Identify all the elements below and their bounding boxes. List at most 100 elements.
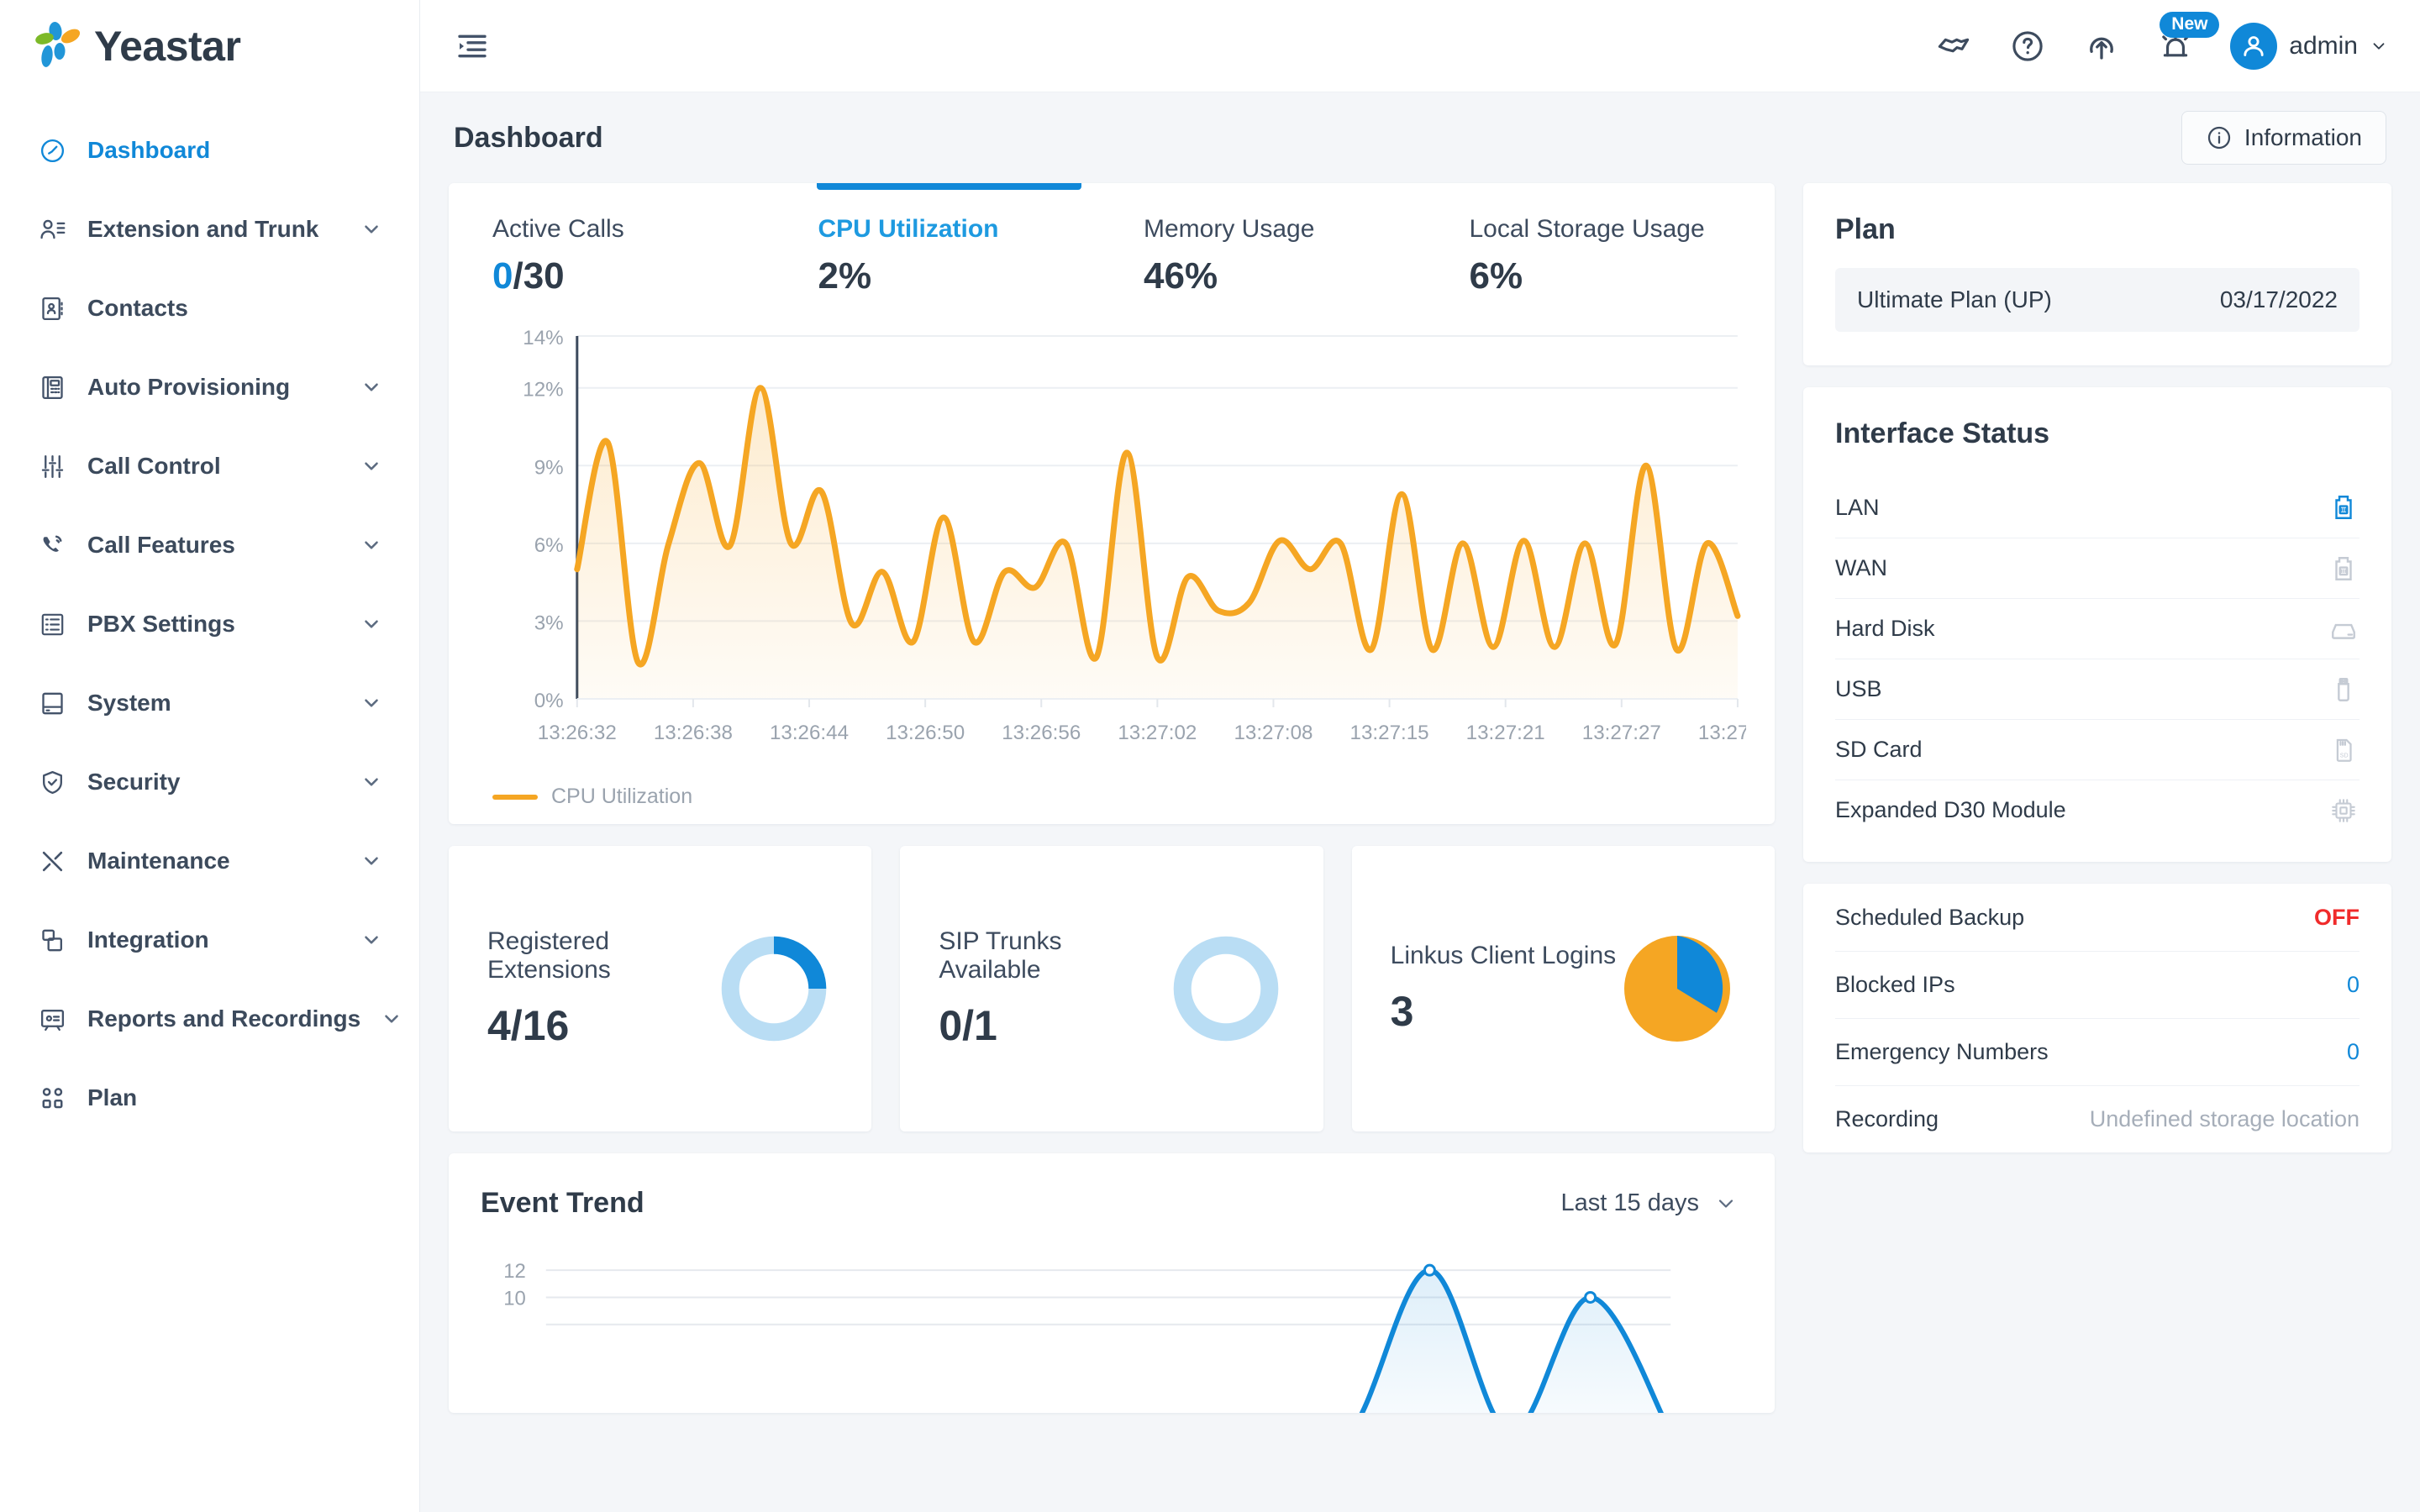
interface-status-list: LAN WAN Hard Disk USB SD Card SD Expande… [1803,477,2391,840]
sidebar-item-plan[interactable]: Plan [0,1058,419,1137]
event-trend-range-select[interactable]: Last 15 days [1561,1189,1738,1217]
svg-text:13:26:38: 13:26:38 [654,722,733,744]
sidebar-item-label: Extension and Trunk [87,216,319,242]
sidebar-item-auto-provisioning[interactable]: Auto Provisioning [0,348,419,427]
svg-text:0%: 0% [534,690,564,712]
legend-label: CPU Utilization [551,785,693,808]
sidebar-item-contacts[interactable]: Contacts [0,269,419,348]
tab-local-storage-usage[interactable]: Local Storage Usage 6% [1438,183,1764,316]
svg-text:13:27:27: 13:27:27 [1582,722,1661,744]
interface-name: WAN [1835,555,1887,580]
sidebar-item-dashboard[interactable]: Dashboard [0,111,419,190]
chevron-down-icon [360,534,382,556]
chevron-down-icon [360,692,382,714]
tab-memory-usage[interactable]: Memory Usage 46% [1112,183,1438,316]
plan-row[interactable]: Ultimate Plan (UP) 03/17/2022 [1835,268,2360,332]
usb-drive-icon [2328,674,2360,706]
stat-label: Local Storage Usage [1469,215,1705,243]
app-root: Yeastar Dashboard Extension and Trunk Co… [0,0,2420,1512]
info-value[interactable]: 0 [2347,1039,2360,1065]
linkus-logins-pie [1618,930,1736,1047]
collapse-sidebar-icon[interactable] [450,24,494,68]
info-label: Scheduled Backup [1835,904,2025,930]
content-area: Dashboard Information Active Calls 0/30 … [420,92,2420,1512]
stat-value: 0/30 [492,255,786,297]
system-info-list: Scheduled Backup OFF Blocked IPs 0 Emerg… [1803,884,2391,1152]
stat-label: Active Calls [492,215,624,243]
info-value[interactable]: 0 [2347,972,2360,998]
sidebar-item-integration[interactable]: Integration [0,900,419,979]
sidebar-item-label: Integration [87,927,209,953]
brand-logo[interactable]: Yeastar [0,0,419,92]
svg-text:14%: 14% [523,327,563,349]
event-trend-title: Event Trend [481,1187,644,1219]
interface-name: LAN [1835,494,1880,520]
stat-value: 2% [818,255,872,297]
chevron-down-icon [360,376,382,398]
stat-label: CPU Utilization [818,215,999,243]
phone-ring-icon [37,530,67,560]
svg-text:SD: SD [2340,752,2349,759]
grid-apps-icon [37,1083,67,1113]
sidebar-item-label: Contacts [87,295,188,321]
sidebar-item-pbx-settings[interactable]: PBX Settings [0,585,419,664]
event-trend-header: Event Trend Last 15 days [449,1153,1775,1220]
system-box-icon [37,688,67,718]
server-list-icon [37,609,67,639]
legend-swatch [492,794,538,800]
brand-name: Yeastar [94,23,241,70]
svg-text:13:27:33: 13:27:33 [1698,722,1746,744]
metric-value: 0/1 [939,1002,997,1049]
chevron-down-icon [360,850,382,872]
user-menu[interactable]: admin [2230,22,2388,70]
information-button-label: Information [2244,124,2362,150]
layers-icon [37,925,67,955]
svg-text:13:27:02: 13:27:02 [1118,722,1197,744]
information-button[interactable]: Information [2181,111,2386,165]
sidebar-item-label: System [87,690,171,716]
sidebar-item-maintenance[interactable]: Maintenance [0,822,419,900]
sidebar: Yeastar Dashboard Extension and Trunk Co… [0,0,420,1512]
card-registered-extensions: Registered Extensions 4/16 [449,846,872,1131]
active-calls-current: 0 [492,255,513,297]
ethernet-port-icon [2328,491,2360,523]
sidebar-item-security[interactable]: Security [0,743,419,822]
sidebar-item-reports-and-recordings[interactable]: Reports and Recordings [0,979,419,1058]
plan-card: Plan Ultimate Plan (UP) 03/17/2022 [1803,183,2391,365]
sidebar-item-call-features[interactable]: Call Features [0,506,419,585]
partner-icon[interactable] [1931,24,1976,69]
sidebar-item-system[interactable]: System [0,664,419,743]
chevron-down-icon [381,1008,402,1030]
left-column: Active Calls 0/30 CPU Utilization 2% Mem… [449,183,1775,1413]
tab-cpu-utilization[interactable]: CPU Utilization 2% [786,183,1113,316]
registered-extensions-donut [715,930,833,1047]
firmware-upgrade-icon[interactable] [2079,24,2124,69]
svg-text:12%: 12% [523,379,563,402]
cpu-card: Active Calls 0/30 CPU Utilization 2% Mem… [449,183,1775,824]
plan-title: Plan [1835,213,1896,245]
svg-text:13:27:08: 13:27:08 [1234,722,1313,744]
chevron-down-icon [360,613,382,635]
interface-row-hard-disk: Hard Disk [1835,598,2360,659]
info-row-emergency-numbers: Emergency Numbers 0 [1835,1018,2360,1085]
help-icon[interactable] [2005,24,2050,69]
info-label: Recording [1835,1106,1939,1131]
sidebar-item-call-control[interactable]: Call Control [0,427,419,506]
avatar [2230,22,2278,70]
chevron-down-icon [360,771,382,793]
info-value: OFF [2314,904,2360,930]
sidebar-item-extension-and-trunk[interactable]: Extension and Trunk [0,190,419,269]
svg-text:13:27:15: 13:27:15 [1350,722,1429,744]
alarm-icon[interactable]: New [2153,11,2220,69]
plan-expiry-date: 03/17/2022 [2219,286,2338,312]
sidebar-nav: Dashboard Extension and Trunk Contacts A… [0,92,419,1137]
topbar: New admin [420,0,2420,92]
tab-active-calls[interactable]: Active Calls 0/30 [460,183,786,316]
svg-text:13:26:44: 13:26:44 [770,722,849,744]
info-row-scheduled-backup: Scheduled Backup OFF [1835,884,2360,951]
event-trend-card: Event Trend Last 15 days 12 10 [449,1153,1775,1413]
metric-cards: Registered Extensions 4/16 SIP Trunks Av… [449,846,1775,1131]
sliders-icon [37,451,67,481]
metric-label: SIP Trunks Available [939,927,1062,984]
info-label: Emergency Numbers [1835,1039,2049,1064]
